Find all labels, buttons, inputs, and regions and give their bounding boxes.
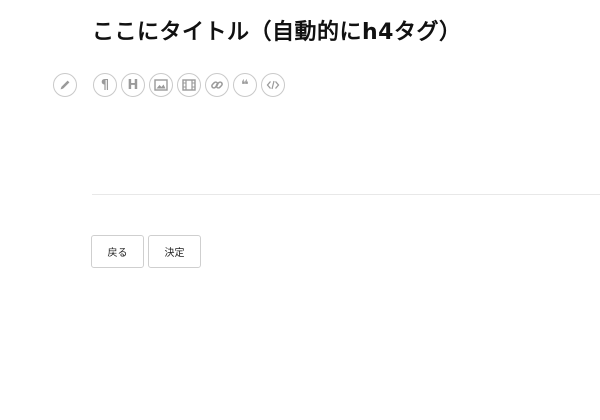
quote-button[interactable]: ❝	[233, 73, 257, 97]
pencil-icon	[60, 80, 70, 90]
back-button[interactable]: 戻る	[91, 235, 144, 268]
image-icon	[154, 79, 168, 91]
quote-icon: ❝	[241, 77, 249, 93]
code-button[interactable]	[261, 73, 285, 97]
code-icon	[266, 80, 280, 90]
editor-page: ここにタイトル（自動的にh4タグ） ¶ H ❝ 戻る 決定	[0, 0, 600, 420]
paragraph-button[interactable]: ¶	[93, 73, 117, 97]
paragraph-icon: ¶	[100, 77, 110, 93]
edit-toggle-button[interactable]	[53, 73, 77, 97]
video-icon	[182, 79, 196, 91]
editor-toolbar: ¶ H ❝	[93, 73, 289, 97]
content-editor[interactable]	[92, 106, 600, 195]
link-icon	[211, 81, 223, 89]
heading-icon: H	[127, 77, 139, 93]
video-button[interactable]	[177, 73, 201, 97]
heading-button[interactable]: H	[121, 73, 145, 97]
image-button[interactable]	[149, 73, 173, 97]
confirm-button[interactable]: 決定	[148, 235, 201, 268]
page-title: ここにタイトル（自動的にh4タグ）	[92, 20, 462, 45]
link-button[interactable]	[205, 73, 229, 97]
action-buttons: 戻る 決定	[91, 235, 205, 268]
